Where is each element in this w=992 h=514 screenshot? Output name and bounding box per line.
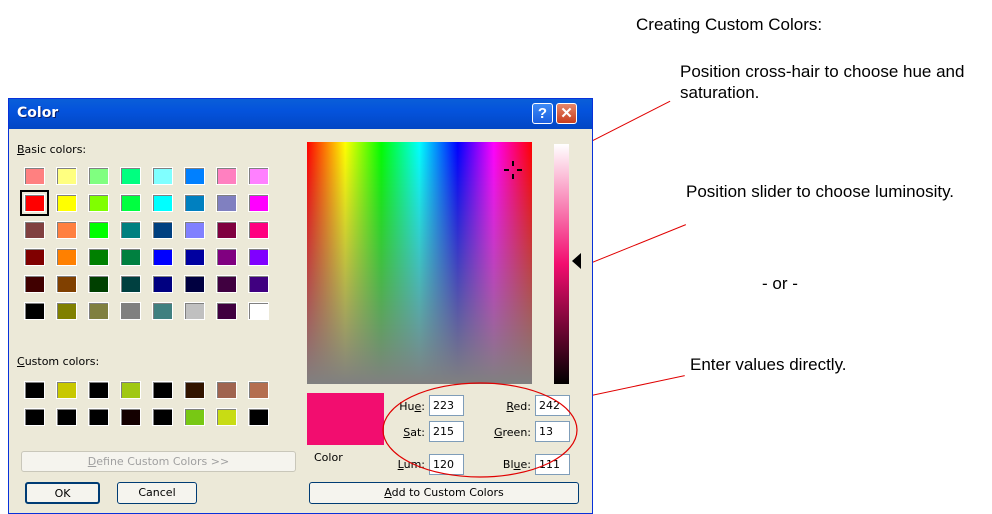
basic-color-swatch[interactable] [56, 248, 77, 266]
custom-color-swatch[interactable] [88, 381, 109, 399]
basic-color-swatch[interactable] [184, 248, 205, 266]
define-custom-colors-button[interactable]: Define Custom Colors >> [21, 451, 296, 472]
basic-color-swatch[interactable] [248, 167, 269, 185]
basic-color-swatch[interactable] [24, 302, 45, 320]
custom-color-swatch[interactable] [24, 408, 45, 426]
crosshair-icon[interactable] [503, 160, 523, 180]
luminosity-slider[interactable] [554, 144, 569, 384]
basic-color-swatch[interactable] [216, 275, 237, 293]
basic-color-swatch[interactable] [24, 248, 45, 266]
basic-color-swatch[interactable] [216, 248, 237, 266]
basic-color-swatch[interactable] [120, 221, 141, 239]
custom-color-swatch[interactable] [216, 381, 237, 399]
custom-color-swatch[interactable] [120, 408, 141, 426]
basic-color-swatch[interactable] [152, 221, 173, 239]
custom-color-swatch[interactable] [184, 408, 205, 426]
annotation-values: Enter values directly. [690, 355, 847, 374]
basic-color-swatch[interactable] [248, 302, 269, 320]
basic-color-swatch[interactable] [184, 221, 205, 239]
custom-color-swatch[interactable] [88, 408, 109, 426]
help-button[interactable]: ? [532, 103, 553, 124]
title-bar[interactable]: Color ? ✕ [9, 99, 592, 129]
basic-color-swatch[interactable] [24, 221, 45, 239]
cancel-button[interactable]: Cancel [117, 482, 197, 504]
highlight-ellipse [382, 382, 578, 478]
basic-color-swatch[interactable] [88, 221, 109, 239]
basic-color-swatch[interactable] [184, 167, 205, 185]
basic-color-swatch[interactable] [152, 275, 173, 293]
basic-color-swatch[interactable] [120, 248, 141, 266]
basic-color-swatch[interactable] [56, 167, 77, 185]
basic-color-swatch[interactable] [216, 167, 237, 185]
basic-color-swatch[interactable] [56, 302, 77, 320]
ok-button[interactable]: OK [25, 482, 100, 504]
custom-color-swatch[interactable] [216, 408, 237, 426]
color-preview [307, 393, 384, 445]
pointer-line-values [577, 375, 685, 399]
custom-colors-label: Custom colors: [17, 355, 100, 368]
basic-color-swatch[interactable] [216, 194, 237, 212]
basic-color-swatch[interactable] [216, 302, 237, 320]
basic-color-swatch[interactable] [184, 194, 205, 212]
custom-color-swatch[interactable] [56, 408, 77, 426]
basic-color-swatch[interactable] [24, 275, 45, 293]
basic-color-swatch[interactable] [88, 275, 109, 293]
basic-color-swatch[interactable] [56, 275, 77, 293]
basic-color-swatch[interactable] [88, 302, 109, 320]
custom-color-swatch[interactable] [184, 381, 205, 399]
custom-color-swatch[interactable] [24, 381, 45, 399]
annotation-heading: Creating Custom Colors: [636, 15, 823, 34]
basic-color-swatch[interactable] [248, 194, 269, 212]
basic-color-swatch[interactable] [152, 302, 173, 320]
basic-colors-label: Basic colors: [17, 143, 87, 156]
basic-color-swatch[interactable] [88, 167, 109, 185]
basic-color-swatch[interactable] [120, 275, 141, 293]
basic-color-swatch[interactable] [152, 194, 173, 212]
color-preview-label: Color [314, 451, 343, 464]
basic-color-swatch[interactable] [152, 248, 173, 266]
custom-color-swatch[interactable] [120, 381, 141, 399]
basic-color-swatch[interactable] [248, 221, 269, 239]
basic-color-swatch[interactable] [120, 194, 141, 212]
basic-color-swatch[interactable] [120, 302, 141, 320]
basic-color-swatch[interactable] [184, 275, 205, 293]
basic-color-swatch[interactable] [248, 275, 269, 293]
custom-color-swatch[interactable] [248, 408, 269, 426]
basic-color-swatch[interactable] [88, 194, 109, 212]
annotation-slider: Position slider to choose luminosity. [686, 182, 955, 201]
hue-saturation-spectrum[interactable] [307, 142, 532, 384]
basic-color-swatch[interactable] [248, 248, 269, 266]
add-to-custom-colors-button[interactable]: Add to Custom Colors [309, 482, 579, 504]
basic-color-swatch[interactable] [24, 167, 45, 185]
basic-color-swatch[interactable] [56, 194, 77, 212]
custom-color-swatch[interactable] [152, 381, 173, 399]
custom-color-swatch[interactable] [248, 381, 269, 399]
close-button[interactable]: ✕ [556, 103, 577, 124]
basic-color-swatch[interactable] [120, 167, 141, 185]
basic-color-swatch[interactable] [88, 248, 109, 266]
annotation-crosshair: Position cross-hair to choose hue and sa… [680, 62, 965, 102]
slider-arrow-icon[interactable] [572, 253, 582, 269]
basic-color-swatch[interactable] [56, 221, 77, 239]
custom-color-swatch[interactable] [56, 381, 77, 399]
custom-color-swatch[interactable] [152, 408, 173, 426]
pointer-line-slider [592, 224, 687, 263]
basic-color-swatch[interactable] [216, 221, 237, 239]
annotation-or: - or - [762, 274, 798, 293]
dialog-title: Color [17, 105, 59, 121]
basic-color-swatch[interactable] [20, 190, 49, 216]
basic-color-swatch[interactable] [184, 302, 205, 320]
basic-color-swatch[interactable] [152, 167, 173, 185]
